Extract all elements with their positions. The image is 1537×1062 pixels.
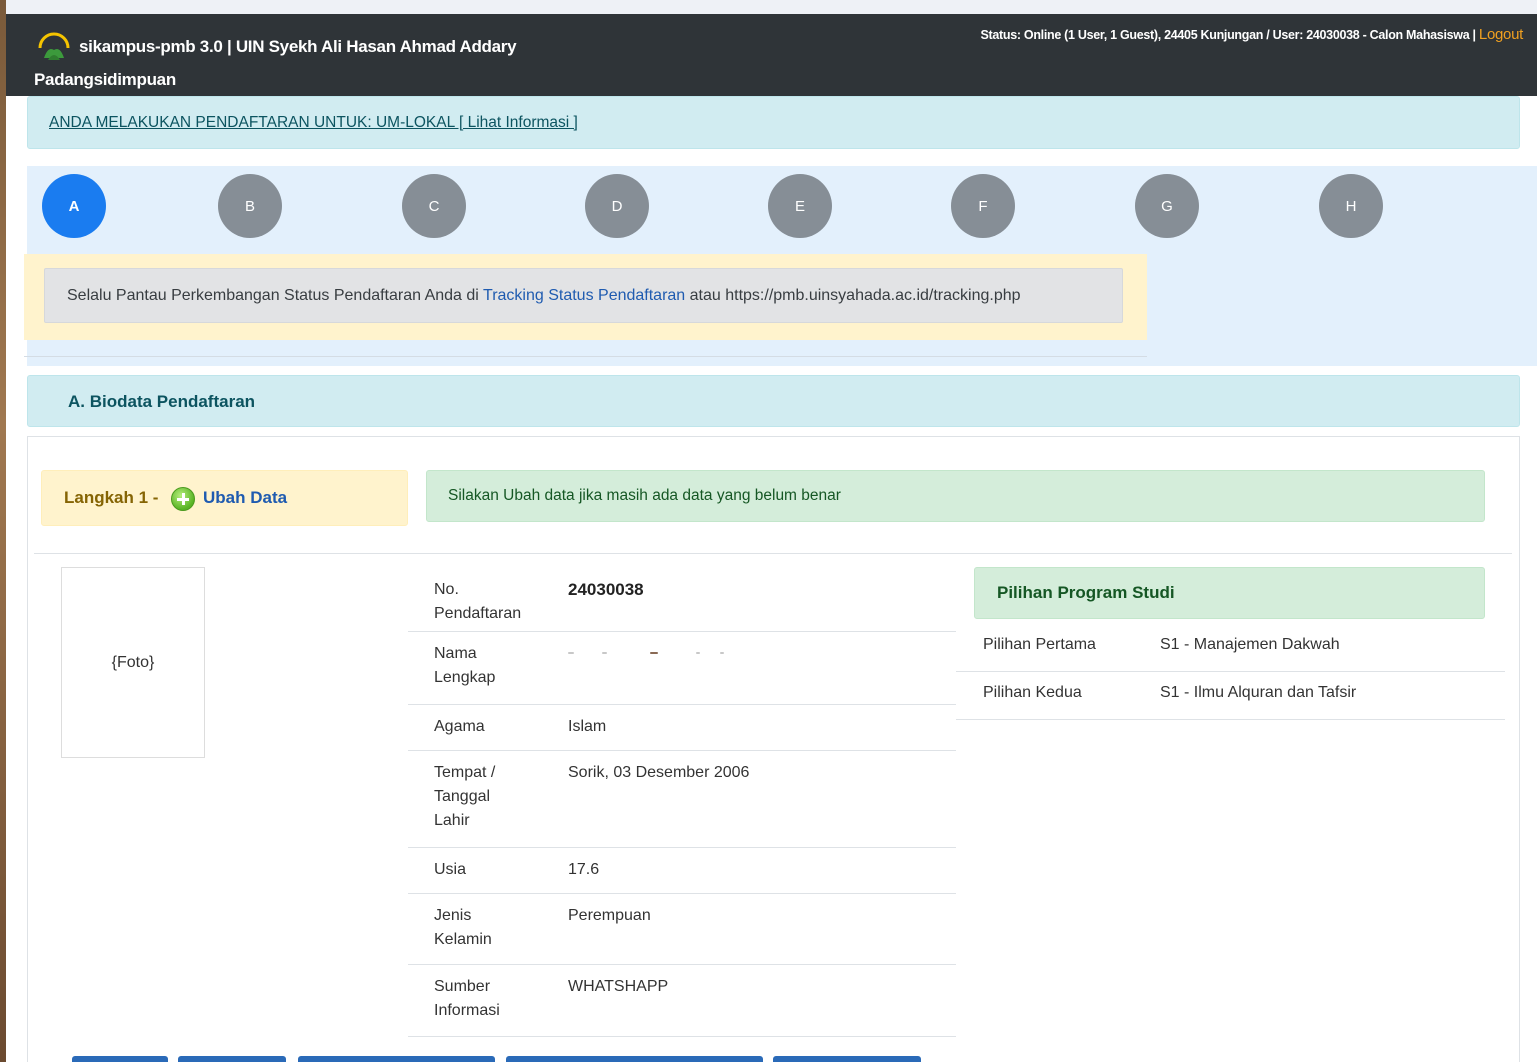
tracking-status-link[interactable]: Tracking Status Pendaftaran bbox=[483, 287, 685, 304]
action-button[interactable] bbox=[72, 1056, 168, 1062]
biodata-label: No. Pendaftaran bbox=[434, 581, 522, 622]
status-line: Status: Online (1 User, 1 Guest), 24405 … bbox=[980, 26, 1523, 43]
table-row: Pilihan Pertama S1 - Manajemen Dakwah bbox=[956, 624, 1505, 672]
action-button[interactable] bbox=[298, 1056, 495, 1062]
action-button[interactable] bbox=[773, 1056, 921, 1062]
top-strip bbox=[6, 0, 1537, 14]
tracking-alert-text: Selalu Pantau Perkembangan Status Pendaf… bbox=[67, 287, 484, 304]
info-source-value: WHATSHAPP bbox=[568, 978, 669, 995]
biodata-table: No. Pendaftaran 24030038 Nama Lengkap Ag… bbox=[408, 568, 956, 1037]
table-row: Jenis Kelamin Perempuan bbox=[408, 894, 956, 965]
window-edge bbox=[0, 0, 6, 1062]
step-d[interactable]: D bbox=[585, 174, 649, 238]
divider bbox=[34, 553, 1512, 554]
app-header: sikampus-pmb 3.0 | UIN Syekh Ali Hasan A… bbox=[6, 14, 1537, 96]
program-choice-label: Pilihan Pertama bbox=[983, 636, 1096, 653]
step-e[interactable]: E bbox=[768, 174, 832, 238]
tracking-url-text: atau https://pmb.uinsyahada.ac.id/tracki… bbox=[685, 287, 1021, 304]
table-row: Pilihan Kedua S1 - Ilmu Alquran dan Tafs… bbox=[956, 672, 1505, 720]
biodata-label: Jenis Kelamin bbox=[434, 907, 492, 948]
study-program-header: Pilihan Program Studi bbox=[974, 567, 1485, 619]
program-choice-label: Pilihan Kedua bbox=[983, 684, 1082, 701]
step-c[interactable]: C bbox=[402, 174, 466, 238]
edit-hint-alert: Silakan Ubah data jika masih ada data ya… bbox=[426, 470, 1485, 522]
section-title: A. Biodata Pendaftaran bbox=[68, 392, 256, 411]
steps-panel: A B C D E F G H Selalu Pantau Perkembang… bbox=[24, 166, 1537, 366]
photo-placeholder: {Foto} bbox=[61, 567, 205, 758]
table-row: Nama Lengkap bbox=[408, 632, 956, 705]
table-row: Tempat / Tanggal Lahir Sorik, 03 Desembe… bbox=[408, 751, 956, 848]
table-row: Sumber Informasi WHATSHAPP bbox=[408, 965, 956, 1037]
biodata-label: Tempat / Tanggal Lahir bbox=[434, 764, 496, 829]
step-f[interactable]: F bbox=[951, 174, 1015, 238]
app-title-line2: Padangsidimpuan bbox=[34, 70, 176, 89]
tracking-alert-message: Selalu Pantau Perkembangan Status Pendaf… bbox=[44, 268, 1123, 323]
status-text: Status: Online (1 User, 1 Guest), 24405 … bbox=[980, 28, 1479, 42]
edit-hint-text: Silakan Ubah data jika masih ada data ya… bbox=[448, 487, 841, 504]
gender-value: Perempuan bbox=[568, 907, 651, 924]
registration-info-bar: ANDA MELAKUKAN PENDAFTARAN UNTUK: UM-LOK… bbox=[27, 96, 1520, 149]
step-box: Langkah 1 - Ubah Data bbox=[41, 470, 408, 526]
biodata-label: Agama bbox=[434, 718, 485, 735]
biodata-label: Usia bbox=[434, 861, 467, 878]
add-circle-icon[interactable] bbox=[171, 487, 195, 511]
action-button[interactable] bbox=[178, 1056, 286, 1062]
age-value: 17.6 bbox=[568, 861, 600, 878]
step-h[interactable]: H bbox=[1319, 174, 1383, 238]
redacted-name bbox=[568, 648, 728, 658]
table-row: Usia 17.6 bbox=[408, 848, 956, 894]
divider bbox=[24, 356, 1147, 357]
step-b[interactable]: B bbox=[218, 174, 282, 238]
table-row: Agama Islam bbox=[408, 705, 956, 751]
logout-link[interactable]: Logout bbox=[1479, 26, 1523, 43]
table-row: No. Pendaftaran 24030038 bbox=[408, 568, 956, 632]
app-title-line1: sikampus-pmb 3.0 | UIN Syekh Ali Hasan A… bbox=[79, 37, 517, 56]
registration-number: 24030038 bbox=[568, 580, 644, 599]
step-a[interactable]: A bbox=[42, 174, 106, 238]
action-button[interactable] bbox=[506, 1056, 763, 1062]
biodata-label: Sumber Informasi bbox=[434, 978, 500, 1019]
app-title: sikampus-pmb 3.0 | UIN Syekh Ali Hasan A… bbox=[34, 30, 594, 96]
study-program-title: Pilihan Program Studi bbox=[997, 583, 1175, 602]
tracking-alert: Selalu Pantau Perkembangan Status Pendaf… bbox=[24, 254, 1147, 340]
birth-place-date-value: Sorik, 03 Desember 2006 bbox=[568, 764, 750, 781]
registration-info-link[interactable]: ANDA MELAKUKAN PENDAFTARAN UNTUK: UM-LOK… bbox=[49, 114, 578, 132]
photo-placeholder-text: {Foto} bbox=[111, 653, 155, 671]
edit-data-link[interactable]: Ubah Data bbox=[203, 488, 287, 508]
religion-value: Islam bbox=[568, 718, 607, 735]
biodata-label: Nama Lengkap bbox=[434, 645, 496, 686]
step-label: Langkah 1 - bbox=[64, 488, 159, 507]
program-choice-value: S1 - Ilmu Alquran dan Tafsir bbox=[1160, 684, 1357, 701]
program-choice-value: S1 - Manajemen Dakwah bbox=[1160, 636, 1340, 653]
section-header: A. Biodata Pendaftaran bbox=[27, 375, 1520, 427]
step-g[interactable]: G bbox=[1135, 174, 1199, 238]
study-program-table: Pilihan Pertama S1 - Manajemen Dakwah Pi… bbox=[956, 624, 1505, 720]
